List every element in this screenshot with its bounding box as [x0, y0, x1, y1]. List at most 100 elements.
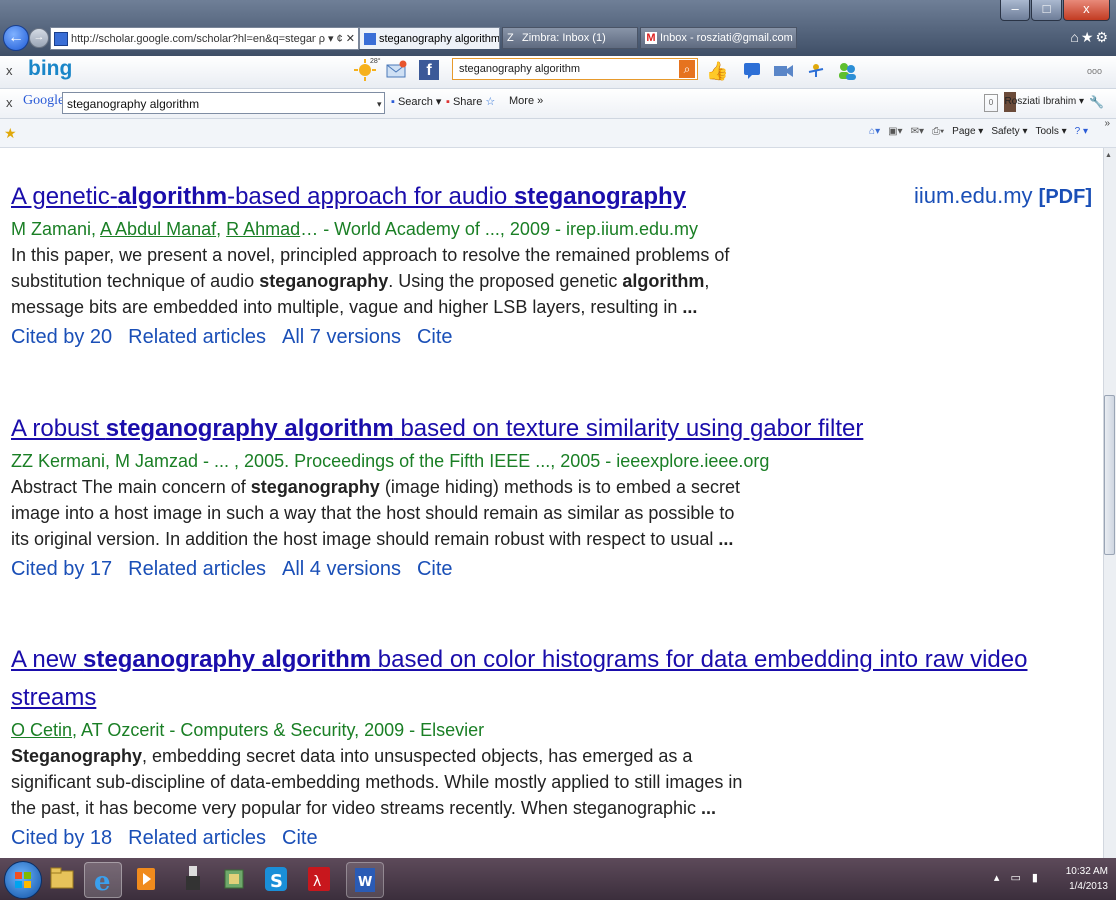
author-link[interactable]: A Abdul Manaf: [100, 219, 216, 239]
windows-logo-icon: [15, 872, 31, 888]
cited-by-link[interactable]: Cited by 20: [11, 326, 112, 348]
video-icon[interactable]: [772, 61, 794, 81]
tab-zimbra[interactable]: Z Zimbra: Inbox (1): [502, 27, 638, 49]
result-item: A genetic-algorithm-based approach for a…: [11, 178, 1011, 354]
mail-icon[interactable]: [385, 60, 407, 80]
like-thumb-icon[interactable]: 👍: [706, 61, 728, 81]
related-articles-link[interactable]: Related articles: [128, 326, 266, 348]
home-icon[interactable]: ⌂▾: [869, 126, 880, 137]
address-controls[interactable]: ρ ▾ ¢ ✕: [316, 32, 358, 45]
windows-taskbar: [0, 858, 1116, 900]
mail-icon[interactable]: ✉▾: [911, 126, 924, 137]
google-search-button[interactable]: ▪ Search ▾: [391, 95, 441, 108]
safety-menu[interactable]: Safety ▾: [991, 126, 1027, 137]
word-taskbar-icon[interactable]: W: [346, 862, 384, 898]
notification-count[interactable]: 0: [984, 94, 998, 112]
result-title[interactable]: A new steganography algorithm based on c…: [11, 641, 1027, 679]
minimize-button[interactable]: –: [1000, 0, 1031, 21]
sports-icon[interactable]: [805, 61, 827, 81]
address-bar[interactable]: http://scholar.google.com/scholar?hl=en&…: [50, 27, 359, 50]
explorer-taskbar-icon[interactable]: [44, 862, 80, 896]
result-snippet: Abstract The main concern of steganograp…: [11, 477, 741, 549]
bing-logo: bing: [28, 57, 73, 80]
result-title[interactable]: A genetic-algorithm-based approach for a…: [11, 178, 1011, 216]
result-item: A new steganography algorithm based on c…: [11, 641, 1027, 855]
close-button[interactable]: x: [1062, 0, 1110, 21]
result-snippet: In this paper, we present a novel, princ…: [11, 245, 730, 317]
star-icon: ☆: [485, 96, 496, 108]
author-link[interactable]: O Cetin: [11, 720, 72, 740]
start-button[interactable]: [4, 861, 42, 899]
result-title[interactable]: A robust steganography algorithm based o…: [11, 410, 1011, 448]
bing-search-input[interactable]: steganography algorithm: [452, 58, 698, 80]
browser-top-icons: ⌂★⚙: [1070, 29, 1110, 46]
google-search-value[interactable]: steganography algorithm: [67, 97, 199, 111]
tab-scholar[interactable]: steganography algorithm - ... ✕: [359, 27, 500, 49]
scholar-tab-icon: [364, 32, 376, 45]
result-authors: M Zamani, A Abdul Manaf, R Ahmad… - Worl…: [11, 219, 699, 239]
cited-by-link[interactable]: Cited by 17: [11, 558, 112, 580]
tab-gmail[interactable]: M Inbox - rosziati@gmail.com - ...: [640, 27, 797, 49]
cite-link[interactable]: Cite: [417, 558, 453, 580]
cite-link[interactable]: Cite: [417, 326, 453, 348]
related-articles-link[interactable]: Related articles: [128, 558, 266, 580]
page-content: A genetic-algorithm-based approach for a…: [0, 148, 1103, 858]
bing-search-button[interactable]: ⌕: [679, 60, 695, 78]
feeds-icon[interactable]: ▣▾: [888, 126, 902, 137]
back-button[interactable]: ←: [3, 25, 29, 51]
facebook-icon[interactable]: f: [419, 60, 439, 80]
usb-drive-taskbar-icon[interactable]: [175, 862, 211, 896]
cite-link[interactable]: Cite: [282, 827, 318, 849]
all-versions-link[interactable]: All 7 versions: [282, 326, 401, 348]
author-link[interactable]: R Ahmad: [226, 219, 300, 239]
chat-bubble-icon[interactable]: [742, 61, 764, 81]
window-controls: – □ x: [1000, 0, 1110, 22]
system-tray-icons[interactable]: ▴ ▭ ▮: [994, 871, 1042, 884]
favorites-add-icon[interactable]: ★: [4, 125, 17, 142]
address-url[interactable]: http://scholar.google.com/scholar?hl=en&…: [71, 33, 316, 45]
messenger-icon[interactable]: [836, 61, 858, 81]
google-more-button[interactable]: More »: [509, 95, 543, 107]
internet-explorer-taskbar-icon[interactable]: e: [84, 862, 122, 898]
cabinet-file-taskbar-icon[interactable]: [216, 862, 252, 896]
settings-gear-icon[interactable]: ⚙: [1095, 29, 1110, 45]
bing-more[interactable]: ooo: [1087, 66, 1102, 76]
wrench-icon[interactable]: 🔧: [1089, 95, 1104, 109]
related-articles-link[interactable]: Related articles: [128, 827, 266, 849]
clock[interactable]: 10:32 AM 1/4/2013: [1066, 864, 1108, 894]
forward-button[interactable]: →: [29, 28, 49, 48]
help-menu[interactable]: ? ▾: [1075, 126, 1088, 137]
page-menu[interactable]: Page ▾: [952, 126, 983, 137]
skype-taskbar-icon[interactable]: S: [258, 862, 294, 896]
svg-text:S: S: [270, 871, 283, 892]
scrollbar-thumb[interactable]: [1104, 395, 1115, 555]
tools-menu[interactable]: Tools ▾: [1035, 126, 1066, 137]
google-user-menu[interactable]: Rosziati Ibrahim ▾: [1005, 96, 1085, 107]
command-bar-items: ⌂▾ ▣▾ ✉▾ ⎙▾ Page ▾ Safety ▾ Tools ▾ ? ▾: [869, 126, 1088, 137]
result-links: Cited by 20 Related articles All 7 version…: [11, 320, 1011, 354]
bing-search-value[interactable]: steganography algorithm: [459, 63, 580, 75]
google-toolbar-close[interactable]: x: [6, 95, 13, 110]
pdf-side-link[interactable]: iium.edu.my [PDF]: [914, 183, 1092, 209]
favorites-star-icon[interactable]: ★: [1081, 29, 1096, 45]
google-search-dropdown-icon[interactable]: ▾: [377, 99, 382, 110]
scroll-up-arrow-icon[interactable]: ▲: [1105, 152, 1112, 159]
weather-temp: 28°: [370, 58, 381, 65]
google-search-input[interactable]: steganography algorithm: [62, 92, 385, 114]
media-player-taskbar-icon[interactable]: [128, 862, 164, 896]
print-icon[interactable]: ⎙▾: [932, 126, 944, 137]
adobe-reader-taskbar-icon[interactable]: λ: [301, 862, 337, 896]
svg-text:e: e: [94, 867, 111, 897]
clock-date: 1/4/2013: [1069, 881, 1108, 892]
command-bar-more-icon[interactable]: »: [1104, 118, 1110, 129]
maximize-button[interactable]: □: [1031, 0, 1062, 21]
cited-by-link[interactable]: Cited by 18: [11, 827, 112, 849]
google-share-button[interactable]: ▪ Share ☆: [446, 95, 495, 108]
result-snippet: Steganography, embedding secret data int…: [11, 746, 743, 818]
tab-label: Inbox - rosziati@gmail.com - ...: [660, 32, 797, 44]
home-icon[interactable]: ⌂: [1070, 29, 1080, 45]
result-item: A robust steganography algorithm based o…: [11, 410, 1011, 586]
all-versions-link[interactable]: All 4 versions: [282, 558, 401, 580]
bing-toolbar-close[interactable]: x: [6, 63, 13, 78]
result-title-line2[interactable]: streams: [11, 679, 1011, 717]
